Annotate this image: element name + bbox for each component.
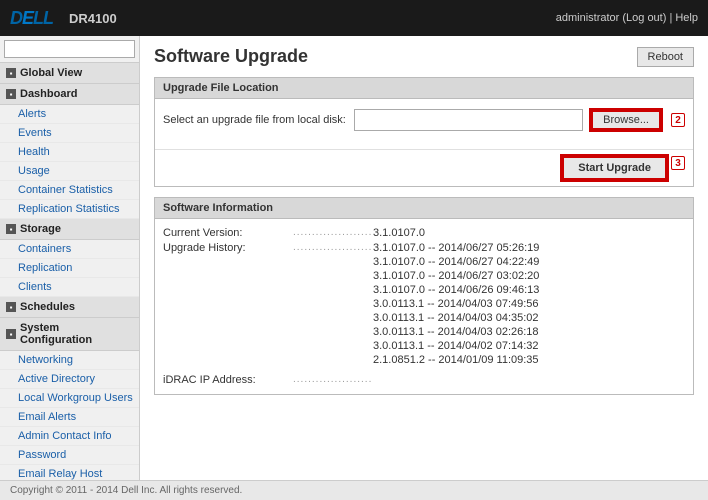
sidebar-section: ▪ Global View ▪ Dashboard Alerts Events … bbox=[0, 63, 139, 480]
sidebar-item-password[interactable]: Password bbox=[0, 446, 139, 465]
footer: Copyright © 2011 - 2014 Dell Inc. All ri… bbox=[0, 480, 708, 500]
idrac-dots: ................................. bbox=[293, 374, 373, 386]
header-left: DELL DR4100 bbox=[10, 8, 117, 29]
sidebar-item-alerts[interactable]: Alerts bbox=[0, 105, 139, 124]
sidebar-item-container-statistics[interactable]: Container Statistics bbox=[0, 181, 139, 200]
sidebar-item-networking[interactable]: Networking bbox=[0, 351, 139, 370]
upgrade-history-row: Upgrade History: .......................… bbox=[163, 242, 685, 368]
header: DELL DR4100 administrator (Log out) | He… bbox=[0, 0, 708, 36]
sidebar-group-global-view[interactable]: ▪ Global View bbox=[0, 63, 139, 84]
upgrade-history-label: Upgrade History: bbox=[163, 242, 293, 368]
sidebar-item-email-relay-host[interactable]: Email Relay Host bbox=[0, 465, 139, 480]
sidebar-item-admin-contact-info[interactable]: Admin Contact Info bbox=[0, 427, 139, 446]
sidebar-group-label: Dashboard bbox=[20, 88, 77, 100]
current-version-row: Current Version: .......................… bbox=[163, 227, 685, 239]
toggle-icon: ▪ bbox=[6, 329, 16, 339]
dell-logo: DELL bbox=[10, 8, 53, 29]
sidebar-group-schedules[interactable]: ▪ Schedules bbox=[0, 297, 139, 318]
file-select-row: Select an upgrade file from local disk: … bbox=[163, 109, 685, 131]
history-entry: 3.0.0113.1 -- 2014/04/03 04:35:02 bbox=[373, 312, 539, 324]
upgrade-file-location-header: Upgrade File Location bbox=[155, 78, 693, 99]
toggle-icon: ▪ bbox=[6, 89, 16, 99]
toggle-icon: ▪ bbox=[6, 302, 16, 312]
page-title-row: Software Upgrade Reboot bbox=[154, 46, 694, 67]
history-entry: 2.1.0851.2 -- 2014/01/09 11:09:35 bbox=[373, 354, 539, 366]
sidebar-item-containers[interactable]: Containers bbox=[0, 240, 139, 259]
sidebar-group-label: System Configuration bbox=[20, 322, 133, 346]
start-upgrade-button[interactable]: Start Upgrade bbox=[562, 156, 667, 180]
current-version-dots: ................................. bbox=[293, 227, 373, 239]
history-entry: 3.1.0107.0 -- 2014/06/27 04:22:49 bbox=[373, 256, 539, 268]
sidebar-item-clients[interactable]: Clients bbox=[0, 278, 139, 297]
file-select-label: Select an upgrade file from local disk: bbox=[163, 114, 346, 126]
current-version-label: Current Version: bbox=[163, 227, 293, 239]
start-upgrade-row: Start Upgrade 3 bbox=[155, 149, 693, 186]
sidebar-group-label: Global View bbox=[20, 67, 82, 79]
history-entry: 3.0.0113.1 -- 2014/04/02 07:14:32 bbox=[373, 340, 539, 352]
sidebar-item-replication-statistics[interactable]: Replication Statistics bbox=[0, 200, 139, 219]
sidebar: ▪ Global View ▪ Dashboard Alerts Events … bbox=[0, 36, 140, 480]
sidebar-item-replication[interactable]: Replication bbox=[0, 259, 139, 278]
history-entry: 3.1.0107.0 -- 2014/06/27 05:26:19 bbox=[373, 242, 539, 254]
file-input[interactable] bbox=[354, 109, 583, 131]
current-version-value: 3.1.0107.0 bbox=[373, 227, 425, 239]
sidebar-group-storage[interactable]: ▪ Storage bbox=[0, 219, 139, 240]
sidebar-item-local-workgroup-users[interactable]: Local Workgroup Users bbox=[0, 389, 139, 408]
badge-start: 3 bbox=[671, 156, 685, 170]
layout: ▪ Global View ▪ Dashboard Alerts Events … bbox=[0, 36, 708, 480]
idrac-row: iDRAC IP Address: ......................… bbox=[163, 374, 685, 386]
history-entry: 3.1.0107.0 -- 2014/06/27 03:02:20 bbox=[373, 270, 539, 282]
sidebar-search-container bbox=[0, 36, 139, 63]
sidebar-group-system-configuration[interactable]: ▪ System Configuration bbox=[0, 318, 139, 351]
header-user-info: administrator (Log out) | Help bbox=[556, 12, 698, 24]
upgrade-file-location-body: Select an upgrade file from local disk: … bbox=[155, 99, 693, 149]
sidebar-item-email-alerts[interactable]: Email Alerts bbox=[0, 408, 139, 427]
history-entry: 3.0.0113.1 -- 2014/04/03 02:26:18 bbox=[373, 326, 539, 338]
history-entry: 3.1.0107.0 -- 2014/06/26 09:46:13 bbox=[373, 284, 539, 296]
sidebar-item-active-directory[interactable]: Active Directory bbox=[0, 370, 139, 389]
sidebar-item-health[interactable]: Health bbox=[0, 143, 139, 162]
sidebar-group-label: Schedules bbox=[20, 301, 75, 313]
model-name: DR4100 bbox=[69, 11, 117, 26]
sidebar-search-input[interactable] bbox=[4, 40, 135, 58]
upgrade-file-location-box: Upgrade File Location Select an upgrade … bbox=[154, 77, 694, 187]
copyright: Copyright © 2011 - 2014 Dell Inc. All ri… bbox=[10, 485, 242, 496]
badge-browse: 2 bbox=[671, 113, 685, 127]
software-information-box: Software Information Current Version: ..… bbox=[154, 197, 694, 395]
upgrade-history-dots: ................................. bbox=[293, 242, 373, 368]
history-entries: 3.1.0107.0 -- 2014/06/27 05:26:19 3.1.010… bbox=[373, 242, 539, 368]
sidebar-item-usage[interactable]: Usage bbox=[0, 162, 139, 181]
sidebar-group-dashboard[interactable]: ▪ Dashboard bbox=[0, 84, 139, 105]
sidebar-item-events[interactable]: Events bbox=[0, 124, 139, 143]
main-content: Software Upgrade Reboot Upgrade File Loc… bbox=[140, 36, 708, 480]
toggle-icon: ▪ bbox=[6, 224, 16, 234]
idrac-label: iDRAC IP Address: bbox=[163, 374, 293, 386]
toggle-icon: ▪ bbox=[6, 68, 16, 78]
browse-button[interactable]: Browse... bbox=[591, 110, 661, 130]
software-information-header: Software Information bbox=[155, 198, 693, 219]
page-title: Software Upgrade bbox=[154, 46, 308, 67]
sidebar-group-label: Storage bbox=[20, 223, 61, 235]
history-entry: 3.0.0113.1 -- 2014/04/03 07:49:56 bbox=[373, 298, 539, 310]
software-information-body: Current Version: .......................… bbox=[155, 219, 693, 394]
reboot-button[interactable]: Reboot bbox=[637, 47, 694, 67]
